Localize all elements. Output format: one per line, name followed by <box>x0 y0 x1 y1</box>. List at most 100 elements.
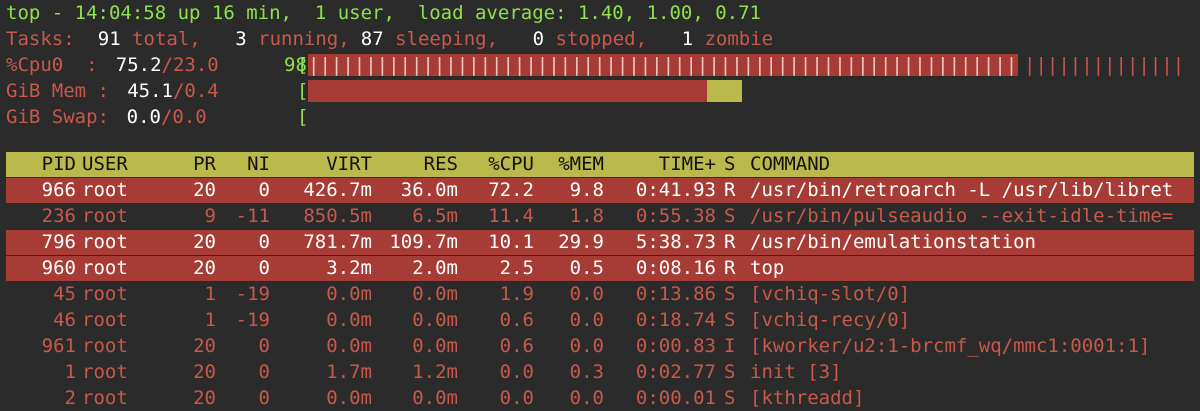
cell-command: /usr/bin/retroarch -L /usr/lib/libret <box>750 179 1174 201</box>
cell-s: S <box>724 361 736 383</box>
process-row[interactable]: 796 root 20 0 781.7m 109.7m 10.1 29.9 5:38.73 R/u… <box>6 230 1194 255</box>
cell-s: R <box>724 231 736 253</box>
cell-cpu: 72.2 <box>488 179 534 201</box>
cpu-usage-ticks: ||||||||||||||||||||||||||||||||||||||||… <box>308 54 1018 76</box>
tasks-zombie-value: 1 <box>681 28 694 50</box>
cell-pr: 20 <box>193 231 216 253</box>
process-row[interactable]: 236 root 9 -11 850.5m 6.5m 11.4 1.8 0:55.38 S/usr… <box>6 204 1194 229</box>
tasks-running-label: running, <box>246 28 350 50</box>
mem-buff-value: /0.4 <box>172 80 219 102</box>
col-pid[interactable]: PID <box>6 152 76 177</box>
cell-command: [vchiq-slot/0] <box>750 283 911 305</box>
mem-label: GiB Mem : <box>6 80 109 102</box>
uptime-load-line: top - 14:04:58 up 16 min, 1 user, load a… <box>6 2 761 24</box>
cpu-line: %Cpu0 : 75.2/23.0 <box>6 52 219 78</box>
process-row[interactable]: 1 root 20 0 1.7m 1.2m 0.0 0.3 0:02.77 Sinit [3] <box>6 360 1194 385</box>
cell-cpu: 0.0 <box>499 361 534 383</box>
swap-line: GiB Swap: 0.0/0.0 <box>6 104 207 130</box>
cell-s: S <box>724 205 736 227</box>
cell-time: 0:13.86 <box>635 283 716 305</box>
mem-usage-bar <box>308 78 1192 104</box>
cell-s: S <box>724 283 736 305</box>
process-row[interactable]: 966 root 20 0 426.7m 36.0m 72.2 9.8 0:41.93 R/usr… <box>6 178 1194 203</box>
cell-pid: 236 <box>41 205 76 227</box>
cell-cpu: 2.5 <box>499 257 534 279</box>
mem-buff-fill <box>707 80 742 102</box>
cell-cpu: 0.6 <box>499 335 534 357</box>
col-ni[interactable]: NI <box>218 152 270 177</box>
cell-user: root <box>82 335 128 357</box>
col-res[interactable]: RES <box>374 152 458 177</box>
process-row[interactable]: 2 root 20 0 0.0m 0.0m 0.0 0.0 0:00.01 S [kthreadd] <box>6 386 1194 411</box>
tasks-stopped-label: stopped, <box>544 28 648 50</box>
cell-pr: 20 <box>193 387 216 409</box>
cell-command: /usr/bin/emulationstation <box>750 231 1036 253</box>
top-terminal: top - 14:04:58 up 16 min, 1 user, load a… <box>0 0 1200 411</box>
col-time[interactable]: TIME+ <box>606 152 716 177</box>
cell-command: [vchiq-recy/0] <box>750 309 911 331</box>
cpu-sys-value: /23.0 <box>161 54 219 76</box>
cell-pr: 9 <box>204 205 216 227</box>
cell-res: 0.0m <box>412 387 458 409</box>
cell-pr: 20 <box>193 335 216 357</box>
cell-mem: 0.0 <box>569 335 604 357</box>
cell-time: 0:55.38 <box>635 205 716 227</box>
cell-virt: 850.5m <box>303 205 372 227</box>
cell-user: root <box>82 309 128 331</box>
swap-label: GiB Swap: <box>6 106 109 128</box>
cell-res: 0.0m <box>412 309 458 331</box>
col-state[interactable]: S <box>724 152 740 177</box>
cell-res: 109.7m <box>389 231 458 253</box>
cell-pid: 966 <box>41 179 76 201</box>
cell-time: 5:38.73 <box>635 231 716 253</box>
process-row[interactable]: 45 root 1 -19 0.0m 0.0m 1.9 0.0 0:13.86 S [vchiq-s… <box>6 282 1194 307</box>
cell-virt: 781.7m <box>303 231 372 253</box>
cell-mem: 29.9 <box>558 231 604 253</box>
cell-time: 0:18.74 <box>635 309 716 331</box>
cell-user: root <box>82 361 128 383</box>
col-user[interactable]: USER <box>82 152 162 177</box>
process-row[interactable]: 46 root 1 -19 0.0m 0.0m 0.6 0.0 0:18.74 S [vchiq-r… <box>6 308 1194 333</box>
mem-used-value: 45.1 <box>127 80 173 102</box>
cell-time: 0:02.77 <box>635 361 716 383</box>
cell-command: /usr/bin/pulseaudio --exit-idle-time= <box>750 205 1174 227</box>
cell-pid: 960 <box>41 257 76 279</box>
cell-ni: 0 <box>258 361 270 383</box>
swap-used-value: 0.0 <box>126 106 161 128</box>
cell-virt: 0.0m <box>326 309 372 331</box>
cell-virt: 426.7m <box>303 179 372 201</box>
cell-res: 0.0m <box>412 335 458 357</box>
cell-command: [kthreadd] <box>750 387 865 409</box>
cell-cpu: 10.1 <box>488 231 534 253</box>
tasks-stopped-value: 0 <box>532 28 545 50</box>
col-pr[interactable]: PR <box>166 152 216 177</box>
cell-ni: 0 <box>258 335 270 357</box>
cell-user: root <box>82 205 128 227</box>
process-table-header[interactable]: PID USER PR NI VIRT RES %CPU %MEM TIME+ … <box>6 152 1194 177</box>
cell-ni: 0 <box>258 179 270 201</box>
cell-mem: 0.0 <box>569 387 604 409</box>
cell-cpu: 0.6 <box>499 309 534 331</box>
cell-virt: 1.7m <box>326 361 372 383</box>
col-mem[interactable]: %MEM <box>536 152 604 177</box>
cell-time: 0:08.16 <box>635 257 716 279</box>
cell-pr: 1 <box>204 283 216 305</box>
cell-command: init [3] <box>750 361 842 383</box>
col-command[interactable]: COMMAND <box>750 152 1190 177</box>
process-row[interactable]: 960 root 20 0 3.2m 2.0m 2.5 0.5 0:08.16 Rtop <box>6 256 1194 281</box>
col-cpu[interactable]: %CPU <box>460 152 534 177</box>
process-row[interactable]: 961 root 20 0 0.0m 0.0m 0.6 0.0 0:00.83 I [kworker… <box>6 334 1194 359</box>
cell-user: root <box>82 231 128 253</box>
mem-line: GiB Mem : 45.1/0.4 <box>6 78 219 104</box>
cell-virt: 0.0m <box>326 283 372 305</box>
cell-s: R <box>724 179 736 201</box>
cell-res: 1.2m <box>412 361 458 383</box>
col-virt[interactable]: VIRT <box>272 152 372 177</box>
cell-pid: 796 <box>41 231 76 253</box>
cpu-label: %Cpu0 : <box>6 54 98 76</box>
cell-command: [kworker/u2:1-brcmf_wq/mmc1:0001:1] <box>750 335 1151 357</box>
cell-ni: -11 <box>235 205 270 227</box>
cell-mem: 0.3 <box>569 361 604 383</box>
cell-ni: 0 <box>258 387 270 409</box>
cell-ni: -19 <box>235 309 270 331</box>
